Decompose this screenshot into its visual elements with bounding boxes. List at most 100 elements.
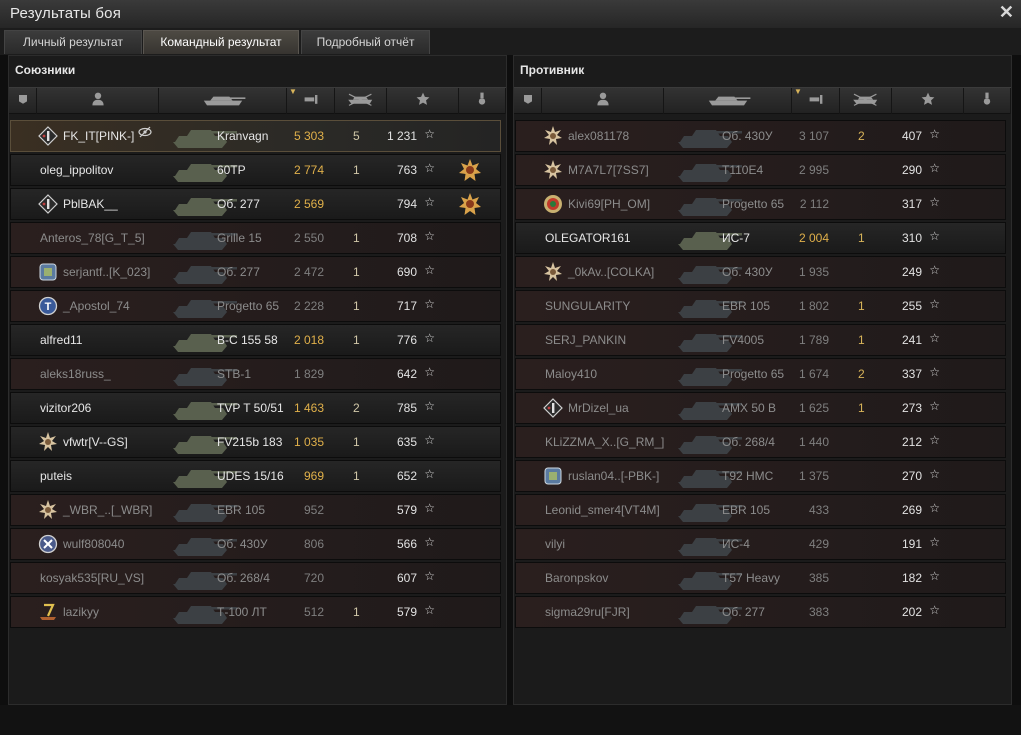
player-name[interactable]: _WBR_..[_WBR] — [63, 503, 152, 517]
player-name[interactable]: puteis — [40, 469, 72, 483]
tab-detailed-report[interactable]: Подробный отчёт — [301, 30, 430, 54]
player-row[interactable]: kosyak535[RU_VS] Об. 268/4 720 607 ☆ — [10, 562, 501, 594]
player-name[interactable]: M7A7L7[7SS7] — [568, 163, 649, 177]
player-row[interactable]: vizitor206 TVP T 50/51 1 463 2 785 ☆ — [10, 392, 501, 424]
player-row[interactable]: alex081178 Об. 430У 3 107 2 407 ☆ — [515, 120, 1006, 152]
player-row[interactable]: wulf808040 Об. 430У 806 566 ☆ — [10, 528, 501, 560]
platoon-column-header[interactable] — [514, 88, 542, 114]
player-row[interactable]: Kivi69[PH_OM] Progetto 65 2 112 317 ☆ — [515, 188, 1006, 220]
player-row[interactable]: KLiZZMA_X..[G_RM_] Об. 268/4 1 440 212 ☆ — [515, 426, 1006, 458]
player-row[interactable]: FK_IT[PINK-] Kranvagn 5 303 5 1 231 ☆ — [10, 120, 501, 152]
player-row[interactable]: vfwtr[V--GS] FV215b 183 1 035 1 635 ☆ — [10, 426, 501, 458]
player-row[interactable]: Baronpskov T57 Heavy 385 182 ☆ — [515, 562, 1006, 594]
player-name[interactable]: alfred11 — [40, 333, 82, 347]
player-row[interactable]: SERJ_PANKIN FV4005 1 789 1 241 ☆ — [515, 324, 1006, 356]
player-row[interactable]: Leonid_smer4[VT4M] EBR 105 433 269 ☆ — [515, 494, 1006, 526]
player-row[interactable]: alfred11 B-C 155 58 2 018 1 776 ☆ — [10, 324, 501, 356]
player-name[interactable]: serjantf..[K_023] — [63, 265, 150, 279]
player-name[interactable]: Maloy410 — [545, 367, 597, 381]
player-row[interactable]: oleg_ippolitov 60TP 2 774 1 763 ☆ — [10, 154, 501, 186]
xp-star-icon: ☆ — [929, 433, 940, 447]
player-row[interactable]: Anteros_78[G_T_5] Grille 15 2 550 1 708 ☆ — [10, 222, 501, 254]
tank-name: Об. 268/4 — [217, 571, 270, 585]
player-row[interactable]: OLEGATOR161 ИС-7 2 004 1 310 ☆ — [515, 222, 1006, 254]
player-row[interactable]: PblBAK__ Об. 277 2 569 794 ☆ — [10, 188, 501, 220]
close-icon[interactable]: ✕ — [999, 3, 1014, 21]
player-name[interactable]: PblBAK__ — [63, 197, 118, 211]
tank-column-header[interactable] — [664, 88, 792, 114]
player-column-header[interactable] — [542, 88, 664, 114]
player-row[interactable]: M7A7L7[7SS7] T110E4 2 995 290 ☆ — [515, 154, 1006, 186]
player-name[interactable]: ruslan04..[-PBK-] — [568, 469, 659, 483]
player-name[interactable]: oleg_ippolitov — [40, 163, 113, 177]
player-name[interactable]: Kivi69[PH_OM] — [568, 197, 650, 211]
xp-value: 763 — [396, 163, 417, 177]
medal-column-header[interactable] — [459, 88, 506, 114]
tank-name: UDES 15/16 — [217, 469, 284, 483]
xp-value: 273 — [901, 401, 922, 415]
xp-value: 202 — [901, 605, 922, 619]
player-row[interactable]: vilyi ИС-4 429 191 ☆ — [515, 528, 1006, 560]
player-row[interactable]: serjantf..[K_023] Об. 277 2 472 1 690 ☆ — [10, 256, 501, 288]
kills-column-header[interactable] — [840, 88, 892, 114]
xp-star-icon: ☆ — [424, 127, 435, 141]
player-row[interactable]: _0kAv..[COLKA] Об. 430У 1 935 249 ☆ — [515, 256, 1006, 288]
player-column-header[interactable] — [37, 88, 159, 114]
medal-column-header[interactable] — [964, 88, 1011, 114]
xp-value: 270 — [901, 469, 922, 483]
player-name[interactable]: vfwtr[V--GS] — [63, 435, 128, 449]
emblem-badge-icon — [543, 194, 563, 214]
player-row[interactable]: _WBR_..[_WBR] EBR 105 952 579 ☆ — [10, 494, 501, 526]
player-name[interactable]: vilyi — [545, 537, 565, 551]
player-name[interactable]: Baronpskov — [545, 571, 608, 585]
tank-name: Progetto 65 — [722, 197, 785, 211]
player-row[interactable]: MrDizel_ua AMX 50 B 1 625 1 273 ☆ — [515, 392, 1006, 424]
xp-value: 776 — [396, 333, 417, 347]
player-name[interactable]: SUNGULARITY — [545, 299, 630, 313]
xp-value: 337 — [901, 367, 922, 381]
xp-star-icon: ☆ — [929, 263, 940, 277]
player-name[interactable]: MrDizel_ua — [568, 401, 629, 415]
player-name[interactable]: Leonid_smer4[VT4M] — [545, 503, 660, 517]
order-medal-icon[interactable] — [459, 193, 481, 215]
tab-personal-result[interactable]: Личный результат — [4, 30, 142, 54]
xp-star-icon: ☆ — [929, 467, 940, 481]
player-name[interactable]: KLiZZMA_X..[G_RM_] — [545, 435, 664, 449]
player-row[interactable]: sigma29ru[FJR] Об. 277 383 202 ☆ — [515, 596, 1006, 628]
order-medal-icon[interactable] — [459, 159, 481, 181]
player-name[interactable]: aleks18russ_ — [40, 367, 111, 381]
player-name[interactable]: FK_IT[PINK-] — [63, 129, 134, 143]
player-row[interactable]: Maloy410 Progetto 65 1 674 2 337 ☆ — [515, 358, 1006, 390]
player-row[interactable]: ruslan04..[-PBK-] T92 HMC 1 375 270 ☆ — [515, 460, 1006, 492]
player-name[interactable]: SERJ_PANKIN — [545, 333, 626, 347]
player-name[interactable]: vizitor206 — [40, 401, 91, 415]
kills-column-header[interactable] — [335, 88, 387, 114]
player-row[interactable]: SUNGULARITY EBR 105 1 802 1 255 ☆ — [515, 290, 1006, 322]
xp-value: 785 — [396, 401, 417, 415]
player-row[interactable]: aleks18russ_ STB-1 1 829 642 ☆ — [10, 358, 501, 390]
player-name[interactable]: wulf808040 — [63, 537, 124, 551]
player-name[interactable]: Anteros_78[G_T_5] — [40, 231, 145, 245]
tank-column-header[interactable] — [159, 88, 287, 114]
kills-value: 1 — [353, 605, 360, 619]
xp-column-header[interactable] — [387, 88, 459, 114]
player-name[interactable]: OLEGATOR161 — [545, 231, 631, 245]
damage-column-header[interactable]: ▼ — [287, 87, 335, 114]
player-row[interactable]: lazikyy Т-100 ЛТ 512 1 579 ☆ — [10, 596, 501, 628]
player-name[interactable]: kosyak535[RU_VS] — [40, 571, 144, 585]
player-name[interactable]: _0kAv..[COLKA] — [568, 265, 654, 279]
tank-name: 60TP — [217, 163, 246, 177]
damage-column-header[interactable]: ▼ — [792, 87, 840, 114]
player-name[interactable]: alex081178 — [568, 129, 629, 143]
player-name[interactable]: _Apostol_74 — [63, 299, 130, 313]
xp-column-header[interactable] — [892, 88, 964, 114]
player-row[interactable]: T _Apostol_74 Progetto 65 2 228 1 717 ☆ — [10, 290, 501, 322]
player-row[interactable]: puteis UDES 15/16 969 1 652 ☆ — [10, 460, 501, 492]
platoon-column-header[interactable] — [9, 88, 37, 114]
tab-team-result[interactable]: Командный результат — [143, 30, 299, 54]
tank-name: EBR 105 — [722, 503, 771, 517]
player-name[interactable]: sigma29ru[FJR] — [545, 605, 630, 619]
xp-star-icon: ☆ — [929, 603, 940, 617]
damage-value: 5 303 — [293, 129, 324, 143]
player-name[interactable]: lazikyy — [63, 605, 99, 619]
